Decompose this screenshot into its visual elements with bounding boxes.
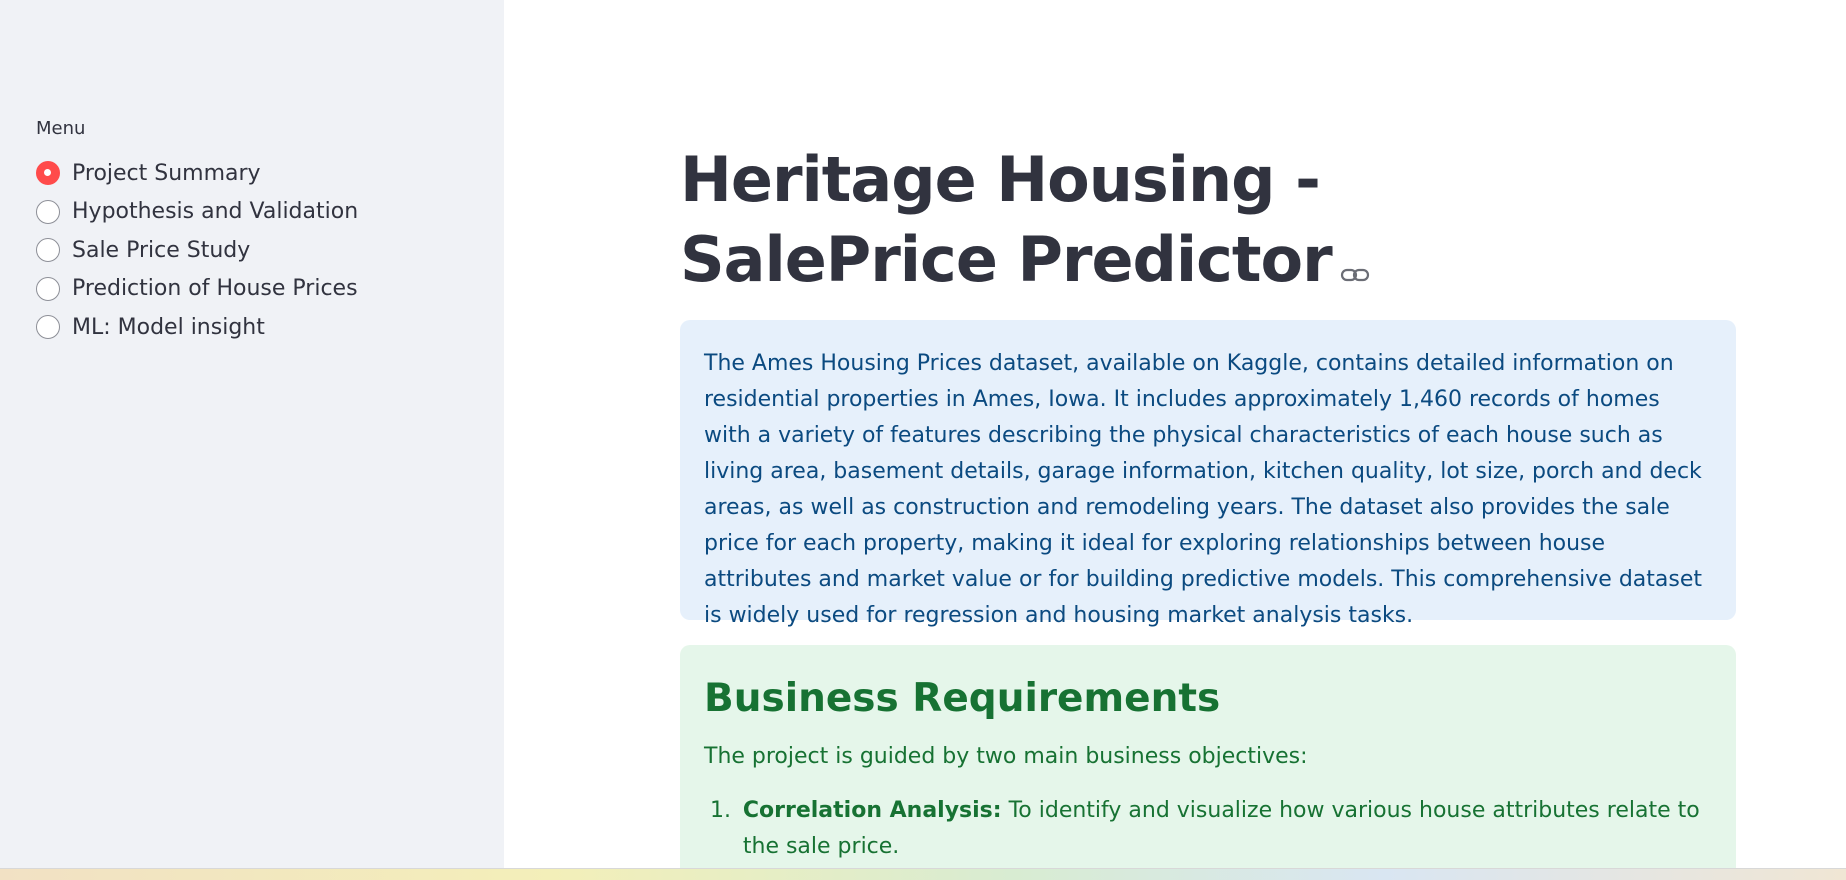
menu-item-prediction[interactable]: Prediction of House Prices [36, 270, 358, 309]
page-title: Heritage Housing - SalePrice Predictor [680, 140, 1580, 304]
business-requirements-box: Business Requirements The project is gui… [680, 645, 1736, 868]
requirement-label: Correlation Analysis: [742, 798, 1002, 823]
menu-item-label: Prediction of House Prices [72, 276, 358, 302]
menu-item-model-insight[interactable]: ML: Model insight [36, 308, 358, 347]
menu-item-label: Project Summary [72, 160, 261, 186]
menu-label: Menu [36, 118, 86, 139]
link-icon[interactable] [1340, 224, 1370, 304]
main-content: Heritage Housing - SalePrice Predictor T… [504, 0, 1846, 868]
os-taskbar [0, 868, 1846, 880]
dataset-info-box: The Ames Housing Prices dataset, availab… [680, 320, 1736, 628]
business-requirements-intro: The project is guided by two main busine… [704, 744, 1308, 769]
business-requirements-heading: Business Requirements [704, 676, 1221, 721]
sidebar: Menu Project Summary Hypothesis and Vali… [0, 0, 504, 868]
radio-unchecked-icon[interactable] [36, 276, 60, 301]
menu-item-sale-price-study[interactable]: Sale Price Study [36, 231, 358, 270]
radio-unchecked-icon[interactable] [36, 199, 60, 224]
menu-item-hypothesis[interactable]: Hypothesis and Validation [36, 193, 358, 232]
radio-unchecked-icon[interactable] [36, 238, 60, 263]
page-title-text: Heritage Housing - SalePrice Predictor [680, 143, 1333, 296]
dataset-info-text: The Ames Housing Prices dataset, availab… [704, 351, 1702, 628]
menu-item-label: Sale Price Study [72, 237, 251, 263]
requirement-item: 1. Correlation Analysis: To identify and… [704, 793, 1712, 865]
menu-item-label: Hypothesis and Validation [72, 199, 359, 225]
menu-item-project-summary[interactable]: Project Summary [36, 154, 358, 193]
menu-radio-group: Project Summary Hypothesis and Validatio… [36, 154, 358, 347]
radio-unchecked-icon[interactable] [36, 315, 60, 340]
requirement-number: 1. [710, 798, 731, 823]
radio-checked-icon[interactable] [36, 161, 60, 186]
menu-item-label: ML: Model insight [72, 314, 265, 340]
